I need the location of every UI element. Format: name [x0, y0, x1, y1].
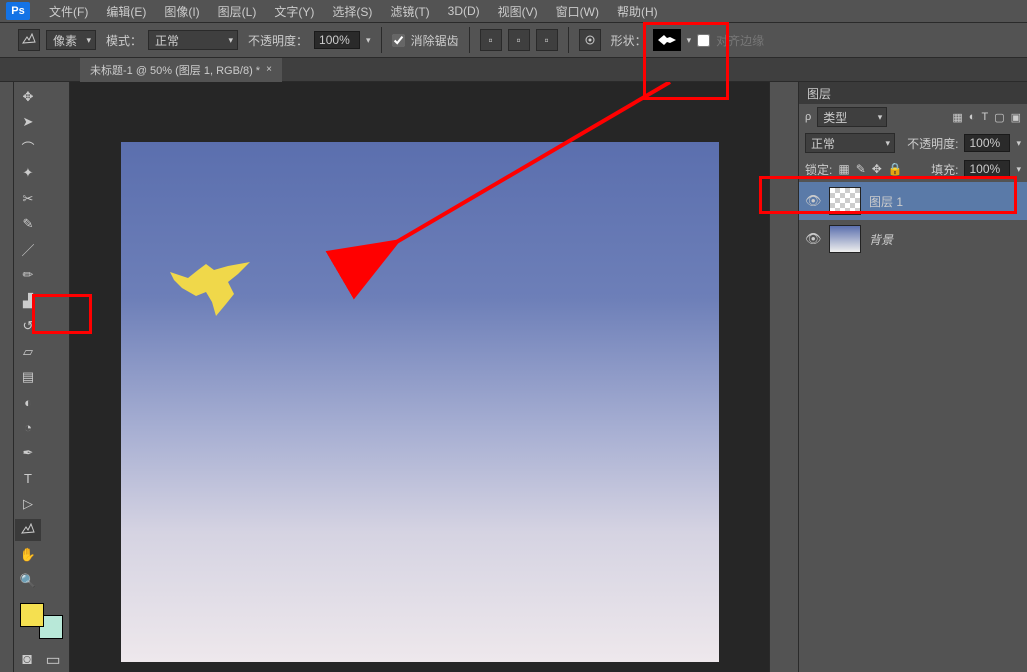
dodge-tool[interactable]: ◔	[15, 417, 41, 439]
layers-panel-header[interactable]: 图层	[799, 82, 1027, 104]
shape-label: 形状：	[611, 32, 647, 49]
lasso-tool[interactable]: ⌒	[15, 137, 41, 159]
menu-help[interactable]: 帮助(H)	[608, 3, 667, 20]
document-tab-bar: 未标题-1 @ 50% (图层 1, RGB/8) * ×	[0, 58, 1027, 82]
filter-adjust-icon[interactable]: ◐	[969, 111, 976, 124]
lock-all-icon[interactable]: 🔒	[888, 162, 903, 176]
pen-tool[interactable]: ✒	[15, 442, 41, 464]
align-center-icon[interactable]: ▫	[508, 29, 530, 51]
brush-tool[interactable]: ／	[15, 239, 41, 261]
custom-shape-tool[interactable]	[15, 519, 41, 541]
lock-label: 锁定:	[805, 161, 832, 178]
filter-shape-icon[interactable]: ▢	[994, 111, 1004, 124]
align-edges-label: 对齐边缘	[716, 32, 764, 49]
quickmask-icon[interactable]: ◙	[14, 649, 40, 671]
menu-3d[interactable]: 3D(D)	[439, 4, 489, 18]
current-tool-icon[interactable]	[18, 29, 40, 51]
menu-file[interactable]: 文件(F)	[40, 3, 97, 20]
stamp-tool[interactable]: ▟	[15, 290, 41, 312]
visibility-icon[interactable]: 👁	[805, 193, 821, 209]
document-tab[interactable]: 未标题-1 @ 50% (图层 1, RGB/8) * ×	[80, 58, 282, 82]
shape-thumbnail[interactable]	[653, 29, 681, 51]
blur-tool[interactable]: ◐	[15, 391, 41, 413]
document-canvas[interactable]	[121, 142, 719, 662]
gear-icon[interactable]	[579, 29, 601, 51]
eyedropper-tool[interactable]: ✎	[15, 213, 41, 235]
antialias-label: 消除锯齿	[411, 32, 459, 49]
magic-wand-tool[interactable]: ✦	[15, 162, 41, 184]
zoom-tool[interactable]: 🔍	[15, 570, 41, 592]
screenmode-icon[interactable]: ▭	[40, 649, 66, 671]
lock-transparent-icon[interactable]: ▦	[838, 162, 849, 176]
layer-thumbnail[interactable]	[829, 187, 861, 215]
layer-name[interactable]: 图层 1	[869, 193, 903, 210]
ps-logo: Ps	[6, 2, 30, 20]
layer-name[interactable]: 背景	[869, 231, 893, 248]
bird-shape	[166, 260, 254, 320]
lock-paint-icon[interactable]: ✎	[856, 162, 866, 176]
color-swatches[interactable]	[20, 603, 63, 639]
layer-row[interactable]: 👁 图层 1	[799, 182, 1027, 220]
crop-tool[interactable]: ✂	[15, 188, 41, 210]
blend-mode-select[interactable]: 正常	[148, 30, 238, 50]
tab-title: 未标题-1 @ 50% (图层 1, RGB/8) *	[90, 62, 260, 78]
tab-close-icon[interactable]: ×	[266, 64, 272, 75]
gradient-tool[interactable]: ▤	[15, 366, 41, 388]
filter-type-icon[interactable]: T	[981, 111, 988, 124]
menu-select[interactable]: 选择(S)	[323, 3, 381, 20]
path-select-tool[interactable]: ➤	[15, 111, 41, 133]
filter-kind-select[interactable]: 类型	[817, 107, 887, 127]
menu-bar: Ps 文件(F) 编辑(E) 图像(I) 图层(L) 文字(Y) 选择(S) 滤…	[0, 0, 1027, 22]
visibility-icon[interactable]: 👁	[805, 231, 821, 247]
fg-color[interactable]	[20, 603, 44, 627]
filter-pixel-icon[interactable]: ▦	[952, 111, 962, 124]
eraser-tool[interactable]: ▱	[15, 341, 41, 363]
layer-filter-icons[interactable]: ▦ ◐ T ▢ ▣	[952, 111, 1021, 124]
menu-edit[interactable]: 编辑(E)	[97, 3, 155, 20]
opacity-value[interactable]: 100%	[314, 31, 360, 49]
menu-filter[interactable]: 滤镜(T)	[381, 3, 438, 20]
direct-select-tool[interactable]: ▷	[15, 493, 41, 515]
fill-value[interactable]: 100%	[964, 160, 1010, 178]
align-right-icon[interactable]: ▫	[536, 29, 558, 51]
antialias-checkbox[interactable]	[392, 34, 405, 47]
collapsed-dock-left[interactable]	[0, 82, 14, 672]
history-brush-tool[interactable]: ↺	[15, 315, 41, 337]
layers-panel: 图层 ρ 类型 ▦ ◐ T ▢ ▣ 正常 不透明度: 100%▾ 锁定: ▦ ✎…	[799, 82, 1027, 672]
pencil-tool[interactable]: ✏	[15, 264, 41, 286]
layer-opacity-value[interactable]: 100%	[964, 134, 1010, 152]
opacity-label: 不透明度：	[248, 32, 308, 49]
layer-thumbnail[interactable]	[829, 225, 861, 253]
layer-blend-select[interactable]: 正常	[805, 133, 895, 153]
layer-list: 👁 图层 1 👁 背景	[799, 182, 1027, 672]
align-left-icon[interactable]: ▫	[480, 29, 502, 51]
menu-type[interactable]: 文字(Y)	[265, 3, 323, 20]
toolbox: ✥ ➤ ⌒ ✦ ✂ ✎ ／ ✏ ▟ ↺ ▱ ▤ ◐ ◔ ✒ T ▷ ✋ 🔍 ◙ …	[14, 82, 70, 672]
type-tool[interactable]: T	[15, 468, 41, 490]
fill-label: 填充:	[931, 161, 958, 178]
move-tool[interactable]: ✥	[15, 86, 41, 108]
mode-label: 模式：	[106, 32, 142, 49]
align-edges-checkbox[interactable]	[697, 34, 710, 47]
filter-smart-icon[interactable]: ▣	[1011, 111, 1021, 124]
layer-row[interactable]: 👁 背景	[799, 220, 1027, 258]
hand-tool[interactable]: ✋	[15, 544, 41, 566]
canvas-area	[70, 82, 769, 672]
collapsed-dock-right[interactable]	[769, 82, 799, 672]
menu-window[interactable]: 窗口(W)	[547, 3, 608, 20]
unit-select[interactable]: 像素	[46, 30, 96, 50]
layer-opacity-label: 不透明度:	[907, 135, 958, 152]
menu-view[interactable]: 视图(V)	[489, 3, 547, 20]
lock-position-icon[interactable]: ✥	[872, 162, 882, 176]
menu-image[interactable]: 图像(I)	[155, 3, 208, 20]
options-bar: 像素 模式： 正常 不透明度： 100% ▾ 消除锯齿 ▫ ▫ ▫ 形状： ▾ …	[0, 22, 1027, 58]
menu-layer[interactable]: 图层(L)	[209, 3, 266, 20]
